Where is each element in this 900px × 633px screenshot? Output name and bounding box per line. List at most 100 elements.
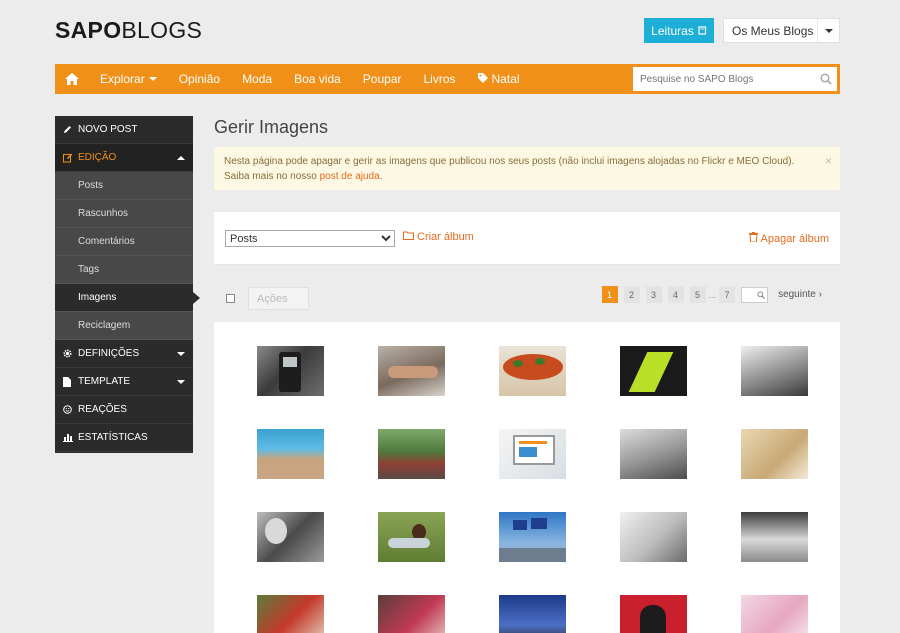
page-1[interactable]: 1 xyxy=(601,286,618,303)
nav-item-moda[interactable]: Moda xyxy=(231,64,283,94)
select-all-checkbox[interactable] xyxy=(226,294,235,303)
page-7[interactable]: 7 xyxy=(719,286,736,303)
my-blogs-dropdown[interactable]: Os Meus Blogs xyxy=(723,18,840,43)
help-post-link[interactable]: post de ajuda xyxy=(320,171,380,182)
sidebar-item-label: REAÇÕES xyxy=(78,404,127,415)
page-ellipsis: ... xyxy=(708,289,717,300)
alert-line1: Nesta página pode apagar e gerir as imag… xyxy=(224,156,795,167)
image-thumbnail[interactable] xyxy=(620,346,687,396)
smile-icon xyxy=(63,405,73,414)
search-box xyxy=(633,67,837,91)
image-thumbnail[interactable] xyxy=(741,595,808,633)
sidebar-item-template[interactable]: TEMPLATE xyxy=(55,368,193,396)
sidebar-item-novo-post[interactable]: NOVO POST xyxy=(55,116,193,144)
sapo-blogs-logo[interactable]: SAPOBLOGS xyxy=(55,17,202,44)
logo-thin: BLOGS xyxy=(121,17,203,43)
image-thumbnail[interactable] xyxy=(499,512,566,562)
image-thumbnail[interactable] xyxy=(257,429,324,479)
actions-dropdown[interactable]: Ações xyxy=(248,287,309,310)
search-input[interactable] xyxy=(633,73,815,85)
home-icon[interactable] xyxy=(55,64,89,94)
trash-icon xyxy=(748,232,758,245)
image-thumbnail[interactable] xyxy=(257,346,324,396)
sidebar-subitem-comentarios[interactable]: Comentários xyxy=(55,228,193,256)
info-alert: Nesta página pode apagar e gerir as imag… xyxy=(214,147,840,190)
sidebar-item-reacoes[interactable]: REAÇÕES xyxy=(55,396,193,424)
nav-item-livros[interactable]: Livros xyxy=(413,64,467,94)
caret-down-icon xyxy=(148,77,157,81)
logo-bold: SAPO xyxy=(55,17,122,43)
image-thumbnail[interactable] xyxy=(620,429,687,479)
image-thumbnail[interactable] xyxy=(257,512,324,562)
actions-row: Ações 1 2 3 4 5 ... 7 seguinte › xyxy=(214,282,840,312)
alert-line2: Saiba mais no nosso post de ajuda. xyxy=(224,169,830,184)
sidebar-item-label: TEMPLATE xyxy=(78,376,131,387)
search-icon xyxy=(757,290,765,299)
sidebar-subitem-imagens[interactable]: Imagens xyxy=(55,284,200,312)
image-thumbnail[interactable] xyxy=(378,512,445,562)
active-pointer xyxy=(193,291,200,304)
image-thumbnail[interactable] xyxy=(378,346,445,396)
image-thumbnail[interactable] xyxy=(257,595,324,633)
book-icon xyxy=(698,24,707,38)
create-album-label: Criar álbum xyxy=(417,231,474,243)
image-thumbnail[interactable] xyxy=(741,429,808,479)
image-thumbnail[interactable] xyxy=(499,429,566,479)
file-icon xyxy=(63,376,73,387)
sidebar-item-label: NOVO POST xyxy=(78,124,138,135)
nav-item-boa-vida[interactable]: Boa vida xyxy=(283,64,352,94)
caret-down-icon xyxy=(177,351,185,356)
image-grid xyxy=(214,322,840,633)
page-3[interactable]: 3 xyxy=(645,286,662,303)
edit-icon xyxy=(63,153,73,163)
sidebar-subitem-rascunhos[interactable]: Rascunhos xyxy=(55,200,193,228)
album-toolbar: Posts Criar álbum Apagar álbum xyxy=(214,212,840,265)
delete-album-link[interactable]: Apagar álbum xyxy=(748,232,830,245)
image-thumbnail[interactable] xyxy=(499,346,566,396)
sidebar-item-edicao[interactable]: EDIÇÃO xyxy=(55,144,193,172)
nav-item-poupar[interactable]: Poupar xyxy=(352,64,413,94)
image-thumbnail[interactable] xyxy=(378,595,445,633)
image-thumbnail[interactable] xyxy=(620,595,687,633)
create-album-link[interactable]: Criar álbum xyxy=(403,231,474,243)
search-icon[interactable] xyxy=(815,73,837,85)
page-2[interactable]: 2 xyxy=(623,286,640,303)
image-thumbnail[interactable] xyxy=(741,346,808,396)
nav-item-label: Explorar xyxy=(100,72,145,86)
chevron-down-icon[interactable] xyxy=(817,19,839,42)
image-thumbnail[interactable] xyxy=(620,512,687,562)
next-label: seguinte xyxy=(778,289,816,300)
album-select[interactable]: Posts xyxy=(225,230,395,247)
image-thumbnail[interactable] xyxy=(378,429,445,479)
leituras-button[interactable]: Leituras xyxy=(644,18,714,43)
sidebar-item-definicoes[interactable]: DEFINIÇÕES xyxy=(55,340,193,368)
caret-up-icon xyxy=(177,155,185,160)
tag-icon xyxy=(477,72,488,86)
nav-item-opiniao[interactable]: Opinião xyxy=(168,64,231,94)
sidebar-subitem-posts[interactable]: Posts xyxy=(55,172,193,200)
caret-down-icon xyxy=(177,379,185,384)
sidebar-subitem-tags[interactable]: Tags xyxy=(55,256,193,284)
pencil-icon xyxy=(63,125,73,134)
close-icon[interactable]: × xyxy=(825,154,832,169)
alert-prefix: Saiba mais no nosso xyxy=(224,171,320,182)
nav-item-explorar[interactable]: Explorar xyxy=(89,64,168,94)
sidebar-subitem-reciclagem[interactable]: Reciclagem xyxy=(55,312,193,340)
sidebar-subitem-label: Imagens xyxy=(78,292,117,303)
image-thumbnail[interactable] xyxy=(741,512,808,562)
main-nav: Explorar Opinião Moda Boa vida Poupar Li… xyxy=(55,64,840,94)
delete-album-label: Apagar álbum xyxy=(760,232,830,245)
page-5[interactable]: 5 xyxy=(689,286,706,303)
sidebar-item-label: DEFINIÇÕES xyxy=(78,348,140,359)
bar-chart-icon xyxy=(63,433,73,442)
gear-icon xyxy=(63,349,73,358)
alert-suffix: . xyxy=(379,171,383,182)
image-thumbnail[interactable] xyxy=(499,595,566,633)
page-title: Gerir Imagens xyxy=(214,117,329,137)
sidebar-item-estatisticas[interactable]: ESTATÍSTICAS xyxy=(55,424,193,452)
leituras-label: Leituras xyxy=(651,23,694,38)
nav-item-natal[interactable]: Natal xyxy=(467,64,531,94)
next-page-link[interactable]: seguinte › xyxy=(778,289,822,300)
page-jump-input[interactable] xyxy=(741,286,769,303)
page-4[interactable]: 4 xyxy=(667,286,684,303)
